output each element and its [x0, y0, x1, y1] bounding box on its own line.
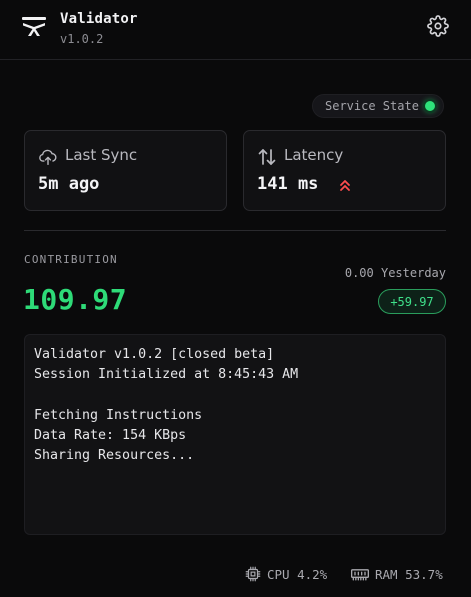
- cpu-usage: CPU 4.2%: [244, 565, 327, 583]
- console-line: Fetching Instructions: [34, 407, 203, 423]
- app-title: Validator: [60, 11, 138, 27]
- latency-card: Latency 141 ms: [243, 130, 446, 211]
- settings-button[interactable]: [424, 12, 452, 40]
- contribution-delta-badge: +59.97: [378, 289, 446, 314]
- memory-icon: [351, 569, 369, 581]
- console-line: Data Rate: 154 KBps: [34, 428, 187, 444]
- section-divider: [24, 230, 446, 231]
- app-header: Validator v1.0.2: [0, 0, 471, 60]
- arrows-up-down-icon: [258, 149, 276, 165]
- last-sync-card: Last Sync 5m ago: [24, 130, 227, 211]
- console-line: Sharing Resources...: [34, 448, 195, 464]
- contribution-label: CONTRIBUTION: [24, 253, 118, 266]
- console-line: Session Initialized at 8:45:43 AM: [34, 367, 299, 383]
- app-version: v1.0.2: [60, 32, 104, 46]
- yesterday-value: 0.00 Yesterday: [344, 266, 446, 280]
- validator-logo-icon: [22, 17, 46, 36]
- cloud-upload-icon: [39, 149, 57, 166]
- last-sync-label: Last Sync: [65, 146, 138, 164]
- status-dot-icon: [425, 101, 435, 111]
- ram-usage-text: RAM 53.7%: [375, 566, 443, 582]
- cpu-usage-text: CPU 4.2%: [267, 566, 328, 582]
- gear-icon: [427, 15, 449, 37]
- service-state-indicator: Service State: [312, 94, 444, 118]
- contribution-value: 109.97: [23, 283, 128, 316]
- cpu-chip-icon: [245, 566, 261, 582]
- latency-label: Latency: [284, 146, 344, 164]
- service-state-label: Service State: [325, 99, 419, 113]
- double-chevron-up-icon: [340, 180, 350, 191]
- validator-app: Validator v1.0.2 Service State Last Sync…: [0, 0, 471, 597]
- last-sync-value: 5m ago: [38, 174, 100, 194]
- console-log[interactable]: Validator v1.0.2 [closed beta] Session In…: [24, 334, 446, 535]
- ram-usage: RAM 53.7%: [350, 565, 443, 583]
- latency-value: 141 ms: [257, 174, 319, 194]
- console-line: Validator v1.0.2 [closed beta]: [34, 347, 275, 362]
